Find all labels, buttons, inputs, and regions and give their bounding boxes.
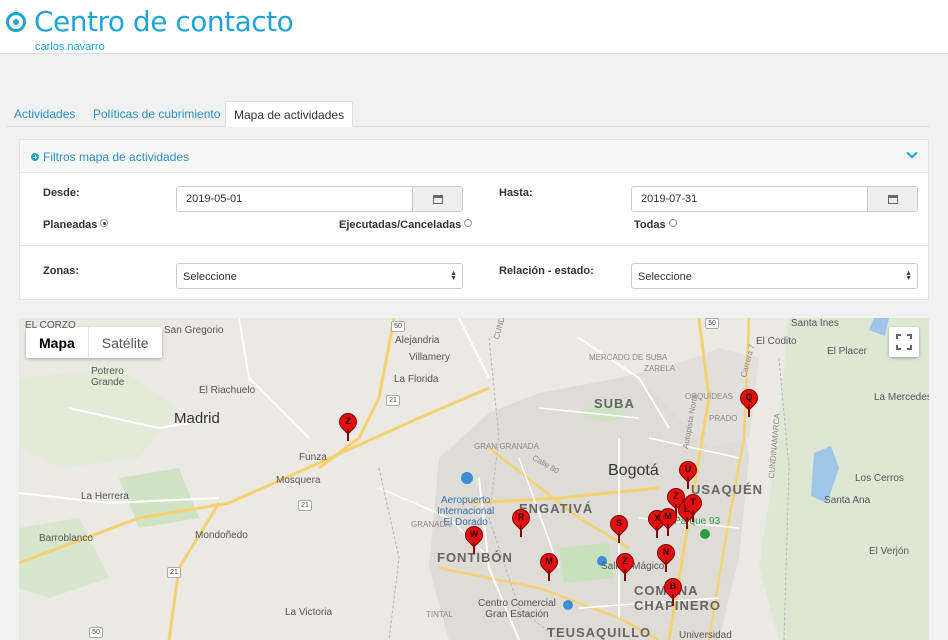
place-label: MERCADO DE SUBA: [589, 353, 668, 362]
desde-date-value: 2019-05-01: [186, 193, 243, 205]
radio-planeadas-option[interactable]: Planeadas: [43, 219, 109, 231]
map-marker[interactable]: S: [606, 511, 632, 545]
desde-label: Desde:: [43, 187, 80, 199]
place-label: Potrero Grande: [91, 366, 125, 388]
place-label: Villamery: [409, 352, 450, 363]
map-type-control: Mapa Satélite: [26, 327, 162, 358]
fullscreen-button[interactable]: [889, 327, 919, 357]
filters-panel: Filtros mapa de actividades Desde: 2019-…: [19, 139, 929, 300]
place-label: La Mercedes: [874, 392, 929, 403]
chevron-down-icon[interactable]: [906, 147, 918, 159]
zonas-label: Zonas:: [43, 265, 80, 277]
relacion-estado-select[interactable]: Seleccione ▲ ▼: [631, 263, 918, 289]
place-label: GRANADA: [411, 520, 451, 529]
place-label: El Codito: [756, 336, 797, 347]
map-marker[interactable]: Z: [612, 549, 638, 583]
map-marker[interactable]: R: [508, 505, 534, 539]
place-label: Universidad: [679, 630, 732, 640]
hasta-calendar-button[interactable]: [867, 187, 917, 211]
plus-circle-icon: [31, 153, 39, 161]
radio-planeadas-label: Planeadas: [43, 219, 98, 231]
place-label: Mosquera: [276, 475, 321, 486]
radio-planeadas[interactable]: [100, 219, 109, 227]
place-label: Santa Ines: [791, 318, 839, 329]
place-label: Funza: [299, 452, 327, 463]
zonas-select-value: Seleccione: [183, 271, 237, 283]
place-label: Madrid: [174, 410, 220, 427]
tab-bar: Actividades Políticas de cubrimiento Map…: [6, 101, 930, 127]
place-label: EL CORZO: [25, 320, 76, 331]
relacion-estado-select-value: Seleccione: [638, 271, 692, 283]
route-shield: 21: [167, 567, 181, 578]
desde-calendar-button[interactable]: [412, 187, 462, 211]
map-marker[interactable]: Z: [335, 409, 361, 443]
app-header: Centro de contacto carlos.navarro: [0, 0, 948, 54]
place-label: El Verjón: [869, 546, 910, 557]
place-label: Alejandria: [395, 335, 440, 346]
place-label: PRADO: [709, 414, 738, 423]
place-label: Los Cerros: [855, 473, 904, 484]
map-marker[interactable]: W: [461, 522, 487, 556]
select-arrows-icon: ▲ ▼: [905, 270, 912, 282]
place-label: La Florida: [394, 374, 439, 385]
activities-map[interactable]: Mapa Satélite EL CORZO San Gregorio Alej…: [19, 318, 929, 640]
radio-todas-label: Todas: [634, 219, 666, 231]
place-label: Santa Ana: [824, 495, 871, 506]
username-link[interactable]: carlos.navarro: [35, 41, 105, 53]
map-marker[interactable]: Q: [736, 385, 762, 419]
zonas-select[interactable]: Seleccione ▲ ▼: [176, 263, 463, 289]
map-marker[interactable]: M: [655, 504, 681, 538]
place-label: Centro Comercial Gran Estación: [478, 598, 556, 620]
filters-panel-title: Filtros mapa de actividades: [43, 150, 190, 164]
relacion-estado-label: Relación - estado:: [499, 265, 594, 277]
tab-mapa-actividades[interactable]: Mapa de actividades: [225, 101, 354, 127]
route-shield: 21: [298, 500, 312, 511]
radio-todas-option[interactable]: Todas: [634, 219, 677, 231]
place-label: La Victoria: [285, 607, 333, 618]
map-marker[interactable]: B: [660, 574, 686, 608]
desde-date-field[interactable]: 2019-05-01: [176, 186, 463, 212]
fullscreen-icon: [896, 334, 912, 350]
place-label: TINTAL: [426, 610, 453, 619]
place-label: Barroblanco: [39, 533, 93, 544]
tab-actividades[interactable]: Actividades: [6, 101, 83, 127]
calendar-icon: [888, 195, 898, 204]
filters-panel-header[interactable]: Filtros mapa de actividades: [20, 140, 928, 173]
district-label: SUBA: [594, 396, 635, 411]
radio-ejecutadas[interactable]: [464, 219, 473, 227]
place-label: El Riachuelo: [199, 385, 256, 396]
map-marker[interactable]: M: [536, 549, 562, 583]
hasta-date-field[interactable]: 2019-07-31: [631, 186, 918, 212]
hasta-date-value: 2019-07-31: [641, 193, 698, 205]
place-label: Mondoñedo: [195, 530, 248, 541]
map-type-map-button[interactable]: Mapa: [26, 327, 89, 358]
radio-ejecutadas-option[interactable]: Ejecutadas/Canceladas: [339, 219, 473, 231]
route-shield: 50: [705, 318, 719, 329]
radio-todas[interactable]: [668, 219, 677, 227]
place-label: San Gregorio: [164, 325, 224, 336]
city-label: Bogotá: [608, 462, 659, 479]
tab-politicas-cubrimiento[interactable]: Políticas de cubrimiento: [85, 101, 228, 127]
place-label: GRAN GRANADA: [474, 442, 539, 451]
route-shield: 50: [89, 627, 103, 638]
page-title: Centro de contacto: [34, 5, 294, 38]
route-shield: 50: [391, 321, 405, 332]
map-type-satellite-button[interactable]: Satélite: [89, 327, 162, 358]
district-label: ENGATIVÁ: [519, 501, 594, 516]
map-base-layer: [19, 318, 929, 640]
panel-divider: [20, 245, 928, 246]
place-label: La Herrera: [81, 491, 129, 502]
select-arrows-icon: ▲ ▼: [450, 270, 457, 282]
district-label: TEUSAQUILLO: [547, 625, 652, 640]
place-label: ZARELA: [644, 364, 676, 373]
calendar-icon: [433, 195, 443, 204]
map-marker[interactable]: U: [675, 457, 701, 491]
route-shield: 21: [386, 395, 400, 406]
place-label: El Placer: [827, 346, 868, 357]
map-marker[interactable]: T: [680, 490, 706, 524]
target-icon: [6, 12, 26, 32]
map-marker[interactable]: N: [653, 540, 679, 574]
radio-ejecutadas-label: Ejecutadas/Canceladas: [339, 219, 462, 231]
hasta-label: Hasta:: [499, 187, 533, 199]
